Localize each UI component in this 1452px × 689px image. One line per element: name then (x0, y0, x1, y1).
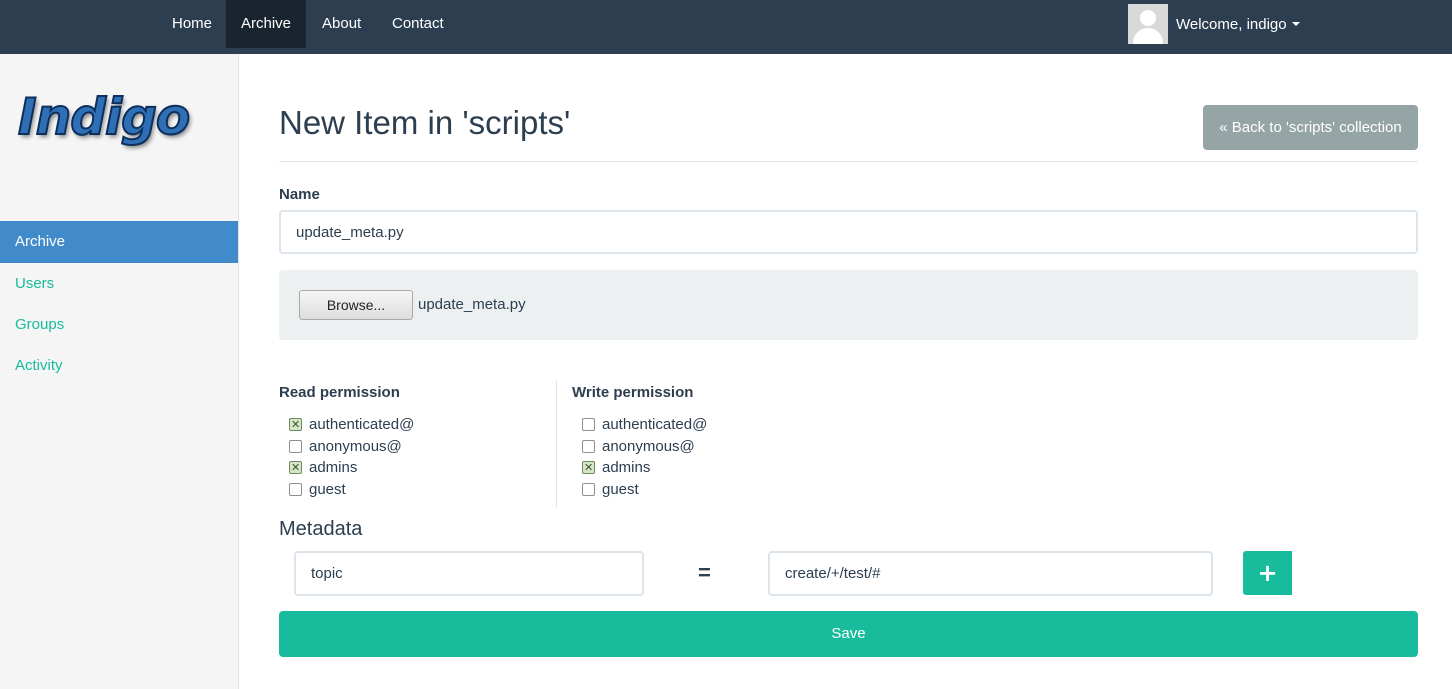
sidebar-item-archive[interactable]: Archive (0, 221, 238, 263)
name-label: Name (279, 186, 320, 203)
sidebar-item-activity[interactable]: Activity (0, 345, 238, 387)
sidebar-item-users[interactable]: Users (0, 263, 238, 305)
read-perm-admins[interactable]: admins (289, 457, 357, 477)
checkbox[interactable] (582, 482, 595, 496)
permission-divider (556, 380, 557, 508)
checkbox-label: authenticated@ (602, 415, 708, 433)
nav-archive[interactable]: Archive (226, 0, 307, 48)
page-title: New Item in 'scripts' (279, 104, 571, 141)
sidebar-item-groups[interactable]: Groups (0, 304, 238, 346)
checkbox-label: guest (602, 480, 639, 498)
checkbox-label: authenticated@ (309, 415, 415, 433)
equals-sign: = (698, 560, 711, 585)
write-perm-admins[interactable]: admins (582, 457, 650, 477)
write-perm-anonymous[interactable]: anonymous@ (582, 436, 695, 456)
checkbox[interactable] (289, 439, 302, 453)
checkbox-label: anonymous@ (309, 437, 402, 455)
browse-button[interactable]: Browse... (299, 290, 413, 320)
user-avatar-icon (1128, 4, 1168, 44)
checkbox[interactable] (289, 482, 302, 496)
write-perm-guest[interactable]: guest (582, 479, 639, 499)
write-perm-authenticated[interactable]: authenticated@ (582, 414, 707, 434)
caret-down-icon (1291, 22, 1300, 26)
add-metadata-button[interactable]: + (1243, 551, 1292, 595)
welcome-text: Welcome, indigo (1176, 15, 1287, 33)
nav-home[interactable]: Home (157, 0, 227, 48)
name-input[interactable] (279, 210, 1418, 254)
checkbox[interactable] (582, 439, 595, 453)
sidebar: Indigo Archive Users Groups Activity (0, 54, 239, 689)
metadata-title: Metadata (279, 518, 363, 540)
top-navbar: Home Archive About Contact Welcome, indi… (0, 0, 1452, 54)
checkbox[interactable] (289, 417, 302, 432)
title-divider (279, 161, 1418, 162)
read-perm-authenticated[interactable]: authenticated@ (289, 414, 414, 434)
nav-contact[interactable]: Contact (377, 0, 459, 48)
metadata-value-input[interactable] (768, 551, 1213, 596)
read-permission-label: Read permission (279, 384, 400, 401)
back-to-collection-button[interactable]: « Back to 'scripts' collection (1203, 105, 1418, 150)
metadata-key-input[interactable] (294, 551, 644, 596)
plus-icon: + (1257, 559, 1278, 587)
checkbox-label: anonymous@ (602, 437, 695, 455)
indigo-logo[interactable]: Indigo (17, 87, 191, 147)
nav-about[interactable]: About (307, 0, 376, 48)
checkbox-label: guest (309, 480, 346, 498)
selected-file-name: update_meta.py (418, 296, 526, 313)
checkbox[interactable] (289, 460, 302, 475)
read-perm-anonymous[interactable]: anonymous@ (289, 436, 402, 456)
read-perm-guest[interactable]: guest (289, 479, 346, 499)
checkbox-label: admins (602, 458, 651, 476)
checkbox[interactable] (582, 417, 595, 431)
checkbox[interactable] (582, 460, 595, 475)
user-menu[interactable]: Welcome, indigo (1128, 4, 1300, 44)
write-permission-label: Write permission (572, 384, 694, 401)
checkbox-label: admins (309, 458, 358, 476)
save-button[interactable]: Save (279, 611, 1418, 657)
